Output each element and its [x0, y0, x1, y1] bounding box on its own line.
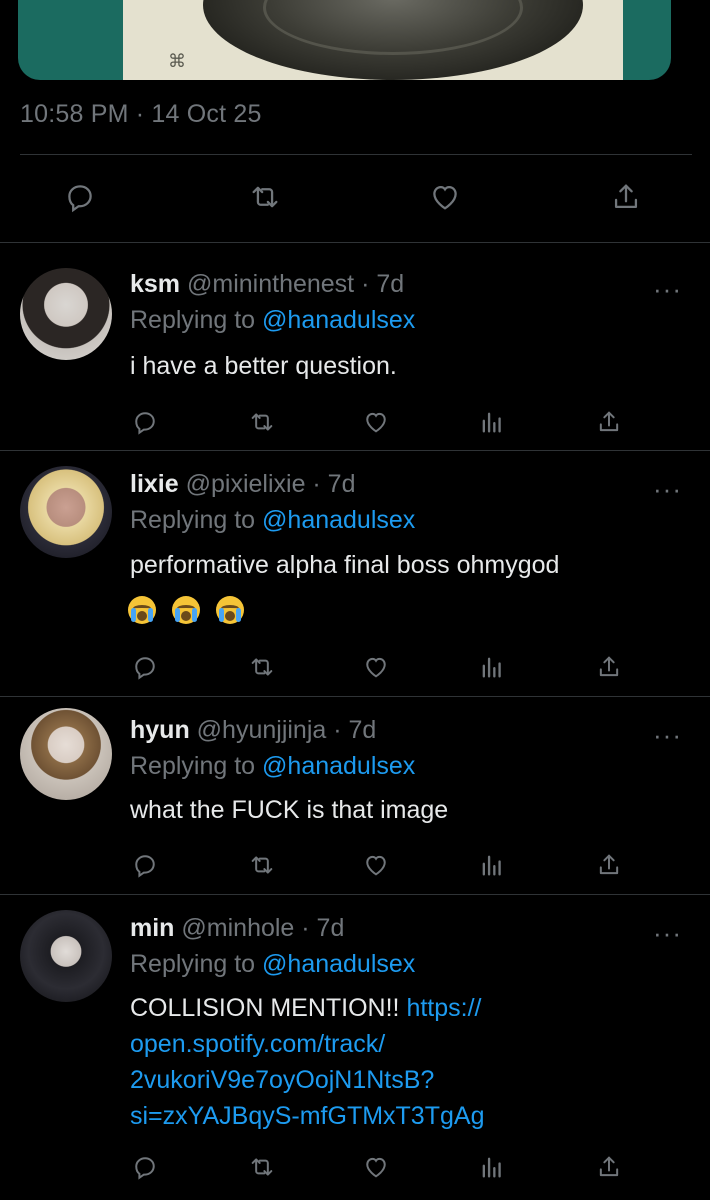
reply-action-bar: [0, 402, 710, 442]
avatar[interactable]: [20, 708, 112, 800]
replying-prefix: Replying to: [130, 306, 263, 334]
analytics-icon[interactable]: [472, 845, 512, 885]
retweet-icon[interactable]: [245, 177, 285, 217]
reply-icon[interactable]: [125, 402, 165, 442]
mention-link[interactable]: @hanadulsex: [262, 752, 415, 780]
like-icon[interactable]: [425, 177, 465, 217]
avatar[interactable]: [20, 268, 112, 360]
replying-prefix: Replying to: [130, 506, 263, 534]
display-name[interactable]: min: [130, 914, 174, 942]
avatar[interactable]: [20, 466, 112, 558]
like-icon[interactable]: [356, 1147, 396, 1187]
replying-to: Replying to @hanadulsex: [130, 506, 415, 535]
retweet-icon[interactable]: [242, 1147, 282, 1187]
divider: [20, 154, 692, 155]
display-name[interactable]: hyun: [130, 716, 190, 744]
emoji-row: [128, 595, 249, 625]
mention-link[interactable]: @hanadulsex: [262, 306, 415, 334]
spotify-link[interactable]: si=zxYAJBqyS-mfGTMxT3TgAg: [130, 1102, 484, 1130]
loudly-crying-face-icon: [215, 596, 244, 625]
reply-header: min @minhole · 7d: [130, 914, 344, 943]
reply-icon[interactable]: [125, 647, 165, 687]
handle-and-time: @pixielixie · 7d: [185, 470, 356, 498]
analytics-icon[interactable]: [472, 647, 512, 687]
loudly-crying-face-icon: [171, 596, 200, 625]
display-name[interactable]: ksm: [130, 270, 180, 298]
mention-link[interactable]: @hanadulsex: [262, 506, 415, 534]
reply-action-bar: [0, 647, 710, 687]
reply-text: COLLISION MENTION!! https:// open.spotif…: [130, 990, 675, 1134]
retweet-icon[interactable]: [242, 845, 282, 885]
share-icon[interactable]: [589, 647, 629, 687]
share-icon[interactable]: [606, 177, 646, 217]
retweet-icon[interactable]: [242, 647, 282, 687]
analytics-icon[interactable]: [472, 402, 512, 442]
share-icon[interactable]: [589, 845, 629, 885]
more-options-icon[interactable]: ···: [653, 476, 682, 502]
reply-header: hyun @hyunjjinja · 7d: [130, 716, 376, 745]
spotify-link[interactable]: 2vukoriV9e7oyOojN1NtsB?: [130, 1066, 434, 1094]
like-icon[interactable]: [356, 647, 396, 687]
share-icon[interactable]: [589, 402, 629, 442]
handle-and-time: @hyunjjinja · 7d: [196, 716, 377, 744]
replying-to: Replying to @hanadulsex: [130, 752, 415, 781]
replying-to: Replying to @hanadulsex: [130, 306, 415, 335]
tweet-media-image[interactable]: ⌘: [18, 0, 671, 80]
more-options-icon[interactable]: ···: [653, 276, 682, 302]
reply-icon[interactable]: [125, 1147, 165, 1187]
spotify-link[interactable]: https://: [406, 994, 481, 1022]
replying-prefix: Replying to: [130, 752, 263, 780]
reply-text: performative alpha final boss ohmygod: [130, 551, 560, 579]
reply-text: what the FUCK is that image: [130, 796, 449, 824]
reply-text: i have a better question.: [130, 352, 397, 380]
reply-icon[interactable]: [60, 177, 100, 217]
reply-header: ksm @mininthenest · 7d: [130, 270, 404, 299]
reply-action-bar: [0, 845, 710, 885]
replying-to: Replying to @hanadulsex: [130, 950, 415, 979]
mention-link[interactable]: @hanadulsex: [262, 950, 415, 978]
reply-action-bar: [0, 1147, 710, 1187]
tweet-timestamp[interactable]: 10:58 PM · 14 Oct 25: [20, 100, 262, 129]
handle-and-time: @mininthenest · 7d: [187, 270, 405, 298]
like-icon[interactable]: [356, 845, 396, 885]
reply-header: lixie @pixielixie · 7d: [130, 470, 356, 499]
spotify-link[interactable]: open.spotify.com/track/: [130, 1030, 385, 1058]
avatar[interactable]: [20, 910, 112, 1002]
retweet-icon[interactable]: [242, 402, 282, 442]
share-icon[interactable]: [589, 1147, 629, 1187]
like-icon[interactable]: [356, 402, 396, 442]
media-mark: ⌘: [168, 51, 186, 71]
more-options-icon[interactable]: ···: [653, 722, 682, 748]
handle-and-time: @minhole · 7d: [181, 914, 345, 942]
tweet-action-bar: [0, 175, 710, 225]
more-options-icon[interactable]: ···: [653, 920, 682, 946]
replying-prefix: Replying to: [130, 950, 263, 978]
display-name[interactable]: lixie: [130, 470, 179, 498]
reply-text-body: COLLISION MENTION!!: [130, 994, 407, 1022]
reply-icon[interactable]: [125, 845, 165, 885]
analytics-icon[interactable]: [472, 1147, 512, 1187]
loudly-crying-face-icon: [128, 596, 156, 625]
